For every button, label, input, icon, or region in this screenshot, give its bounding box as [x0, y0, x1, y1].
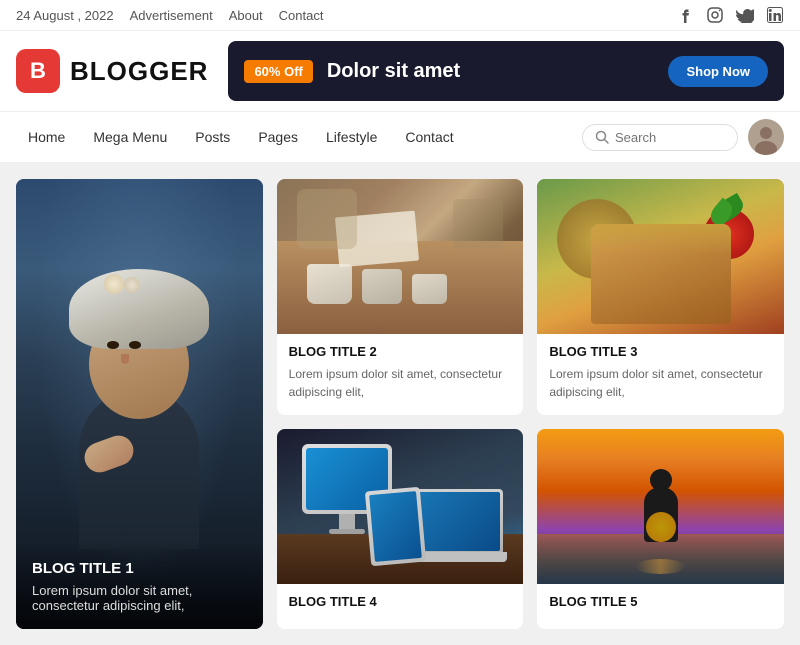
post-title-5: BLOG TITLE 5	[549, 594, 772, 609]
banner-badge: 60% Off	[244, 60, 312, 83]
post-body-5: BLOG TITLE 5	[537, 584, 784, 629]
post-card-5[interactable]: BLOG TITLE 5	[537, 429, 784, 629]
post-image-4	[277, 429, 524, 584]
banner: 60% Off Dolor sit amet Shop Now	[228, 41, 784, 101]
top-bar-right	[676, 6, 784, 24]
instagram-icon[interactable]	[706, 6, 724, 24]
banner-text: Dolor sit amet	[327, 60, 655, 83]
advertisement-link[interactable]: Advertisement	[130, 8, 213, 23]
date-label: 24 August , 2022	[16, 8, 114, 23]
post-featured[interactable]: BLOG TITLE 1 Lorem ipsum dolor sit amet,…	[16, 179, 263, 629]
nav-posts[interactable]: Posts	[183, 123, 242, 151]
post-title-4: BLOG TITLE 4	[289, 594, 512, 609]
post-title-2: BLOG TITLE 2	[289, 344, 512, 359]
top-bar-left: 24 August , 2022 Advertisement About Con…	[16, 8, 323, 23]
nav-pages[interactable]: Pages	[246, 123, 310, 151]
header: B BLOGGER 60% Off Dolor sit amet Shop No…	[0, 31, 800, 111]
avatar	[748, 119, 784, 155]
featured-overlay: BLOG TITLE 1 Lorem ipsum dolor sit amet,…	[16, 540, 263, 629]
post-excerpt-1: Lorem ipsum dolor sit amet, consectetur …	[32, 583, 247, 613]
nav-right	[582, 119, 784, 155]
post-body-2: BLOG TITLE 2 Lorem ipsum dolor sit amet,…	[277, 334, 524, 415]
post-card-3[interactable]: BLOG TITLE 3 Lorem ipsum dolor sit amet,…	[537, 179, 784, 415]
logo-text: BLOGGER	[70, 56, 208, 87]
nav-links: Home Mega Menu Posts Pages Lifestyle Con…	[16, 123, 582, 151]
linkedin-icon[interactable]	[766, 6, 784, 24]
search-icon	[595, 130, 609, 144]
search-input[interactable]	[615, 130, 725, 145]
post-image-2	[277, 179, 524, 334]
post-card-4[interactable]: BLOG TITLE 4	[277, 429, 524, 629]
post-excerpt-3: Lorem ipsum dolor sit amet, consectetur …	[549, 365, 772, 401]
post-excerpt-2: Lorem ipsum dolor sit amet, consectetur …	[289, 365, 512, 401]
nav-mega-menu[interactable]: Mega Menu	[81, 123, 179, 151]
post-body-3: BLOG TITLE 3 Lorem ipsum dolor sit amet,…	[537, 334, 784, 415]
main-content: BLOG TITLE 1 Lorem ipsum dolor sit amet,…	[0, 163, 800, 645]
logo-area: B BLOGGER	[16, 49, 208, 93]
nav: Home Mega Menu Posts Pages Lifestyle Con…	[0, 111, 800, 163]
post-image-3	[537, 179, 784, 334]
nav-home[interactable]: Home	[16, 123, 77, 151]
post-body-4: BLOG TITLE 4	[277, 584, 524, 629]
about-link[interactable]: About	[229, 8, 263, 23]
twitter-icon[interactable]	[736, 6, 754, 24]
nav-contact[interactable]: Contact	[393, 123, 465, 151]
shop-now-button[interactable]: Shop Now	[668, 56, 768, 87]
post-title-3: BLOG TITLE 3	[549, 344, 772, 359]
logo-icon: B	[16, 49, 60, 93]
user-avatar-img	[748, 119, 784, 155]
post-image-5	[537, 429, 784, 584]
post-title-1: BLOG TITLE 1	[32, 560, 247, 577]
top-bar: 24 August , 2022 Advertisement About Con…	[0, 0, 800, 31]
search-box[interactable]	[582, 124, 738, 151]
nav-lifestyle[interactable]: Lifestyle	[314, 123, 389, 151]
contact-link[interactable]: Contact	[279, 8, 324, 23]
post-card-2[interactable]: BLOG TITLE 2 Lorem ipsum dolor sit amet,…	[277, 179, 524, 415]
facebook-icon[interactable]	[676, 6, 694, 24]
